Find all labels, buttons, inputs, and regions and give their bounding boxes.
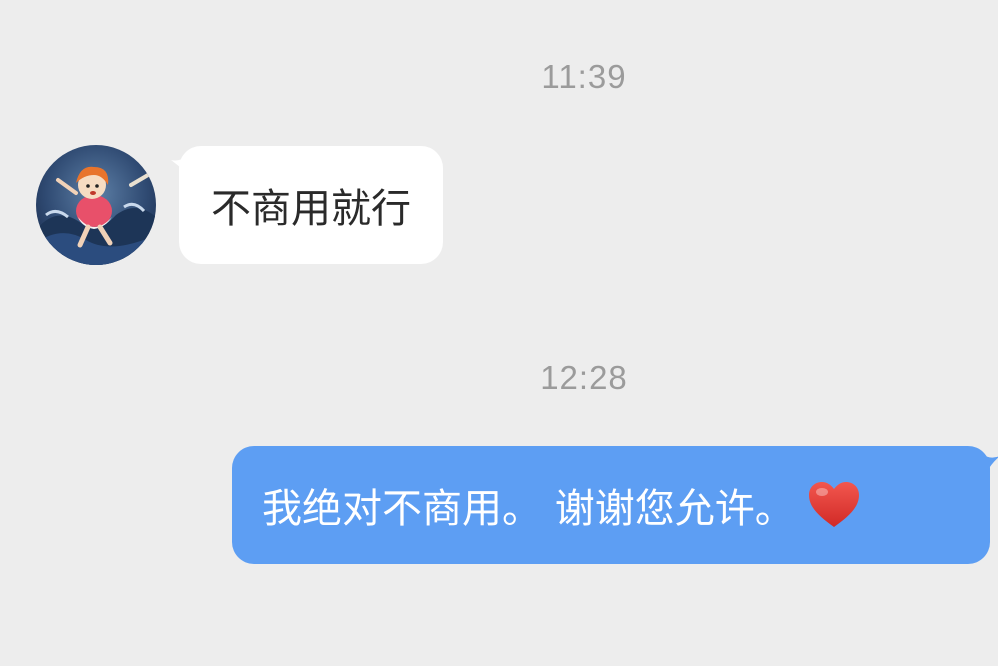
avatar[interactable] [36, 145, 156, 265]
message-text: 不商用就行 [211, 186, 411, 232]
outgoing-message-bubble[interactable]: 我绝对不商用。 谢谢您允许。 [232, 446, 990, 564]
incoming-message-bubble[interactable]: 不商用就行 [179, 146, 443, 264]
timestamp: 12:28 [540, 359, 628, 396]
message-text: 我绝对不商用。 谢谢您允许。 [262, 486, 795, 532]
avatar-image [36, 145, 156, 265]
bubble-tail-icon [968, 454, 998, 482]
red-heart-icon [808, 482, 859, 527]
timestamp: 11:39 [541, 58, 627, 95]
